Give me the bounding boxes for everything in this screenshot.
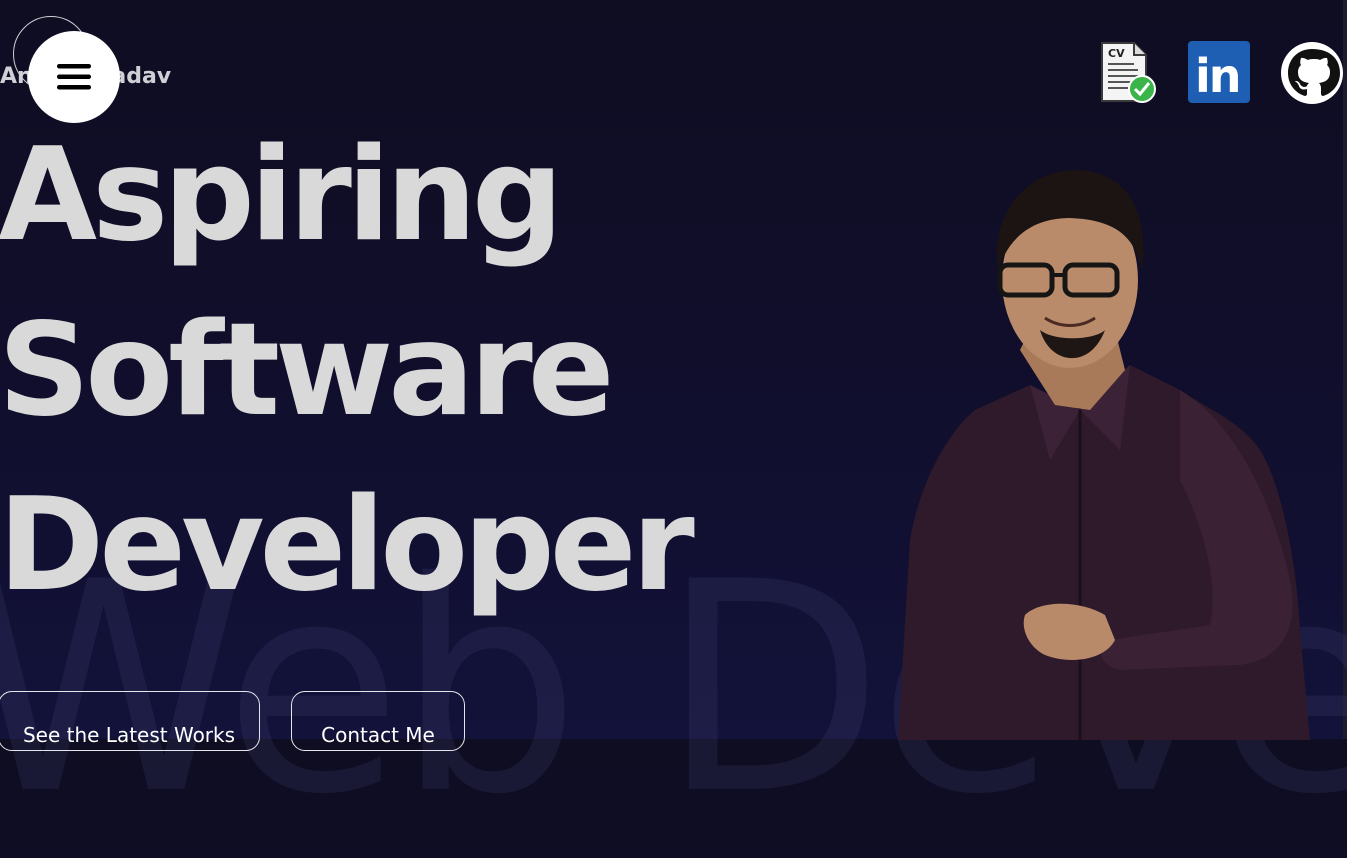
menu-button[interactable] — [28, 31, 120, 123]
hero-title-line-3: Developer — [0, 471, 695, 620]
linkedin-link[interactable]: in — [1188, 41, 1250, 103]
github-icon — [1281, 42, 1343, 104]
github-link[interactable] — [1280, 41, 1344, 105]
see-latest-works-button[interactable]: See the Latest Works — [0, 691, 260, 751]
cv-icon-label: CV — [1108, 47, 1125, 60]
developer-portrait-photo — [898, 170, 1310, 740]
contact-me-button[interactable]: Contact Me — [291, 691, 465, 751]
cv-download-link[interactable]: CV — [1096, 41, 1158, 105]
hero-title-line-1: Aspiring — [0, 121, 563, 270]
hamburger-menu-icon — [57, 64, 91, 90]
hero-title-line-2: Software — [0, 296, 615, 445]
linkedin-icon: in — [1188, 41, 1250, 103]
linkedin-icon-label: in — [1195, 49, 1240, 103]
cv-download-icon: CV — [1101, 42, 1156, 103]
